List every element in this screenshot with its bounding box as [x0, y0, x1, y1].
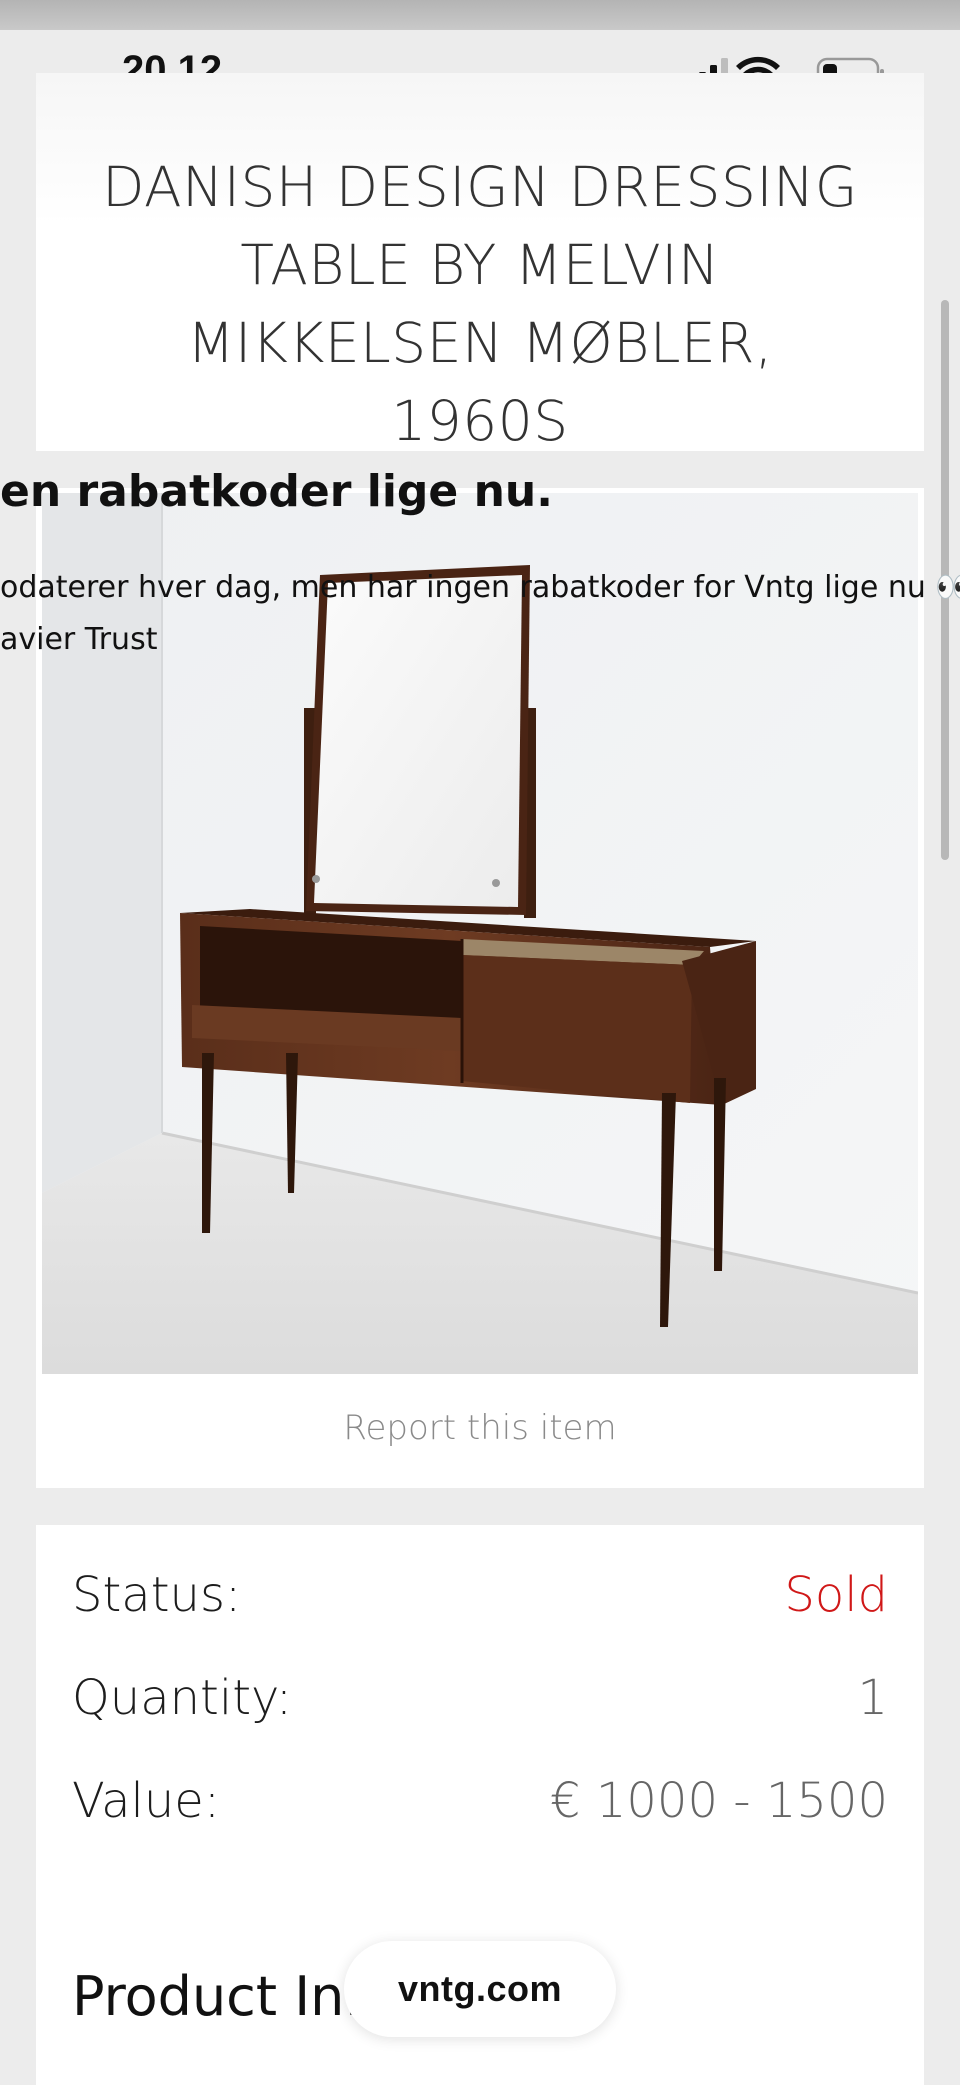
overlay-discount-heading: en rabatkoder lige nu.	[0, 466, 553, 517]
quantity-label: Quantity:	[72, 1670, 293, 1726]
site-url-pill[interactable]: vntg.com	[344, 1941, 616, 2037]
image-card: Report this item	[36, 488, 924, 1488]
overlay-discount-text: odaterer hver dag, men har ingen rabatko…	[0, 570, 960, 605]
product-title: DANISH DESIGN DRESSING TABLE BY MELVIN M…	[102, 155, 858, 453]
quantity-value: 1	[857, 1670, 888, 1726]
status-label: Status:	[72, 1567, 242, 1623]
status-value: Sold	[784, 1567, 888, 1623]
product-info-heading: Product Inf	[72, 1965, 364, 2028]
value-amount: € 1000 - 1500	[550, 1773, 888, 1829]
product-photo[interactable]	[42, 493, 918, 1374]
report-item-link[interactable]: Report this item	[36, 1408, 924, 1448]
overlay-source-text: avier Trust	[0, 622, 158, 657]
quantity-row: Quantity: 1	[72, 1670, 888, 1730]
status-row: Status: Sold	[72, 1567, 888, 1627]
title-card: DANISH DESIGN DRESSING TABLE BY MELVIN M…	[36, 73, 924, 453]
browser-top-bar	[0, 0, 960, 30]
value-label: Value:	[72, 1773, 220, 1829]
value-row: Value: € 1000 - 1500	[72, 1773, 888, 1833]
